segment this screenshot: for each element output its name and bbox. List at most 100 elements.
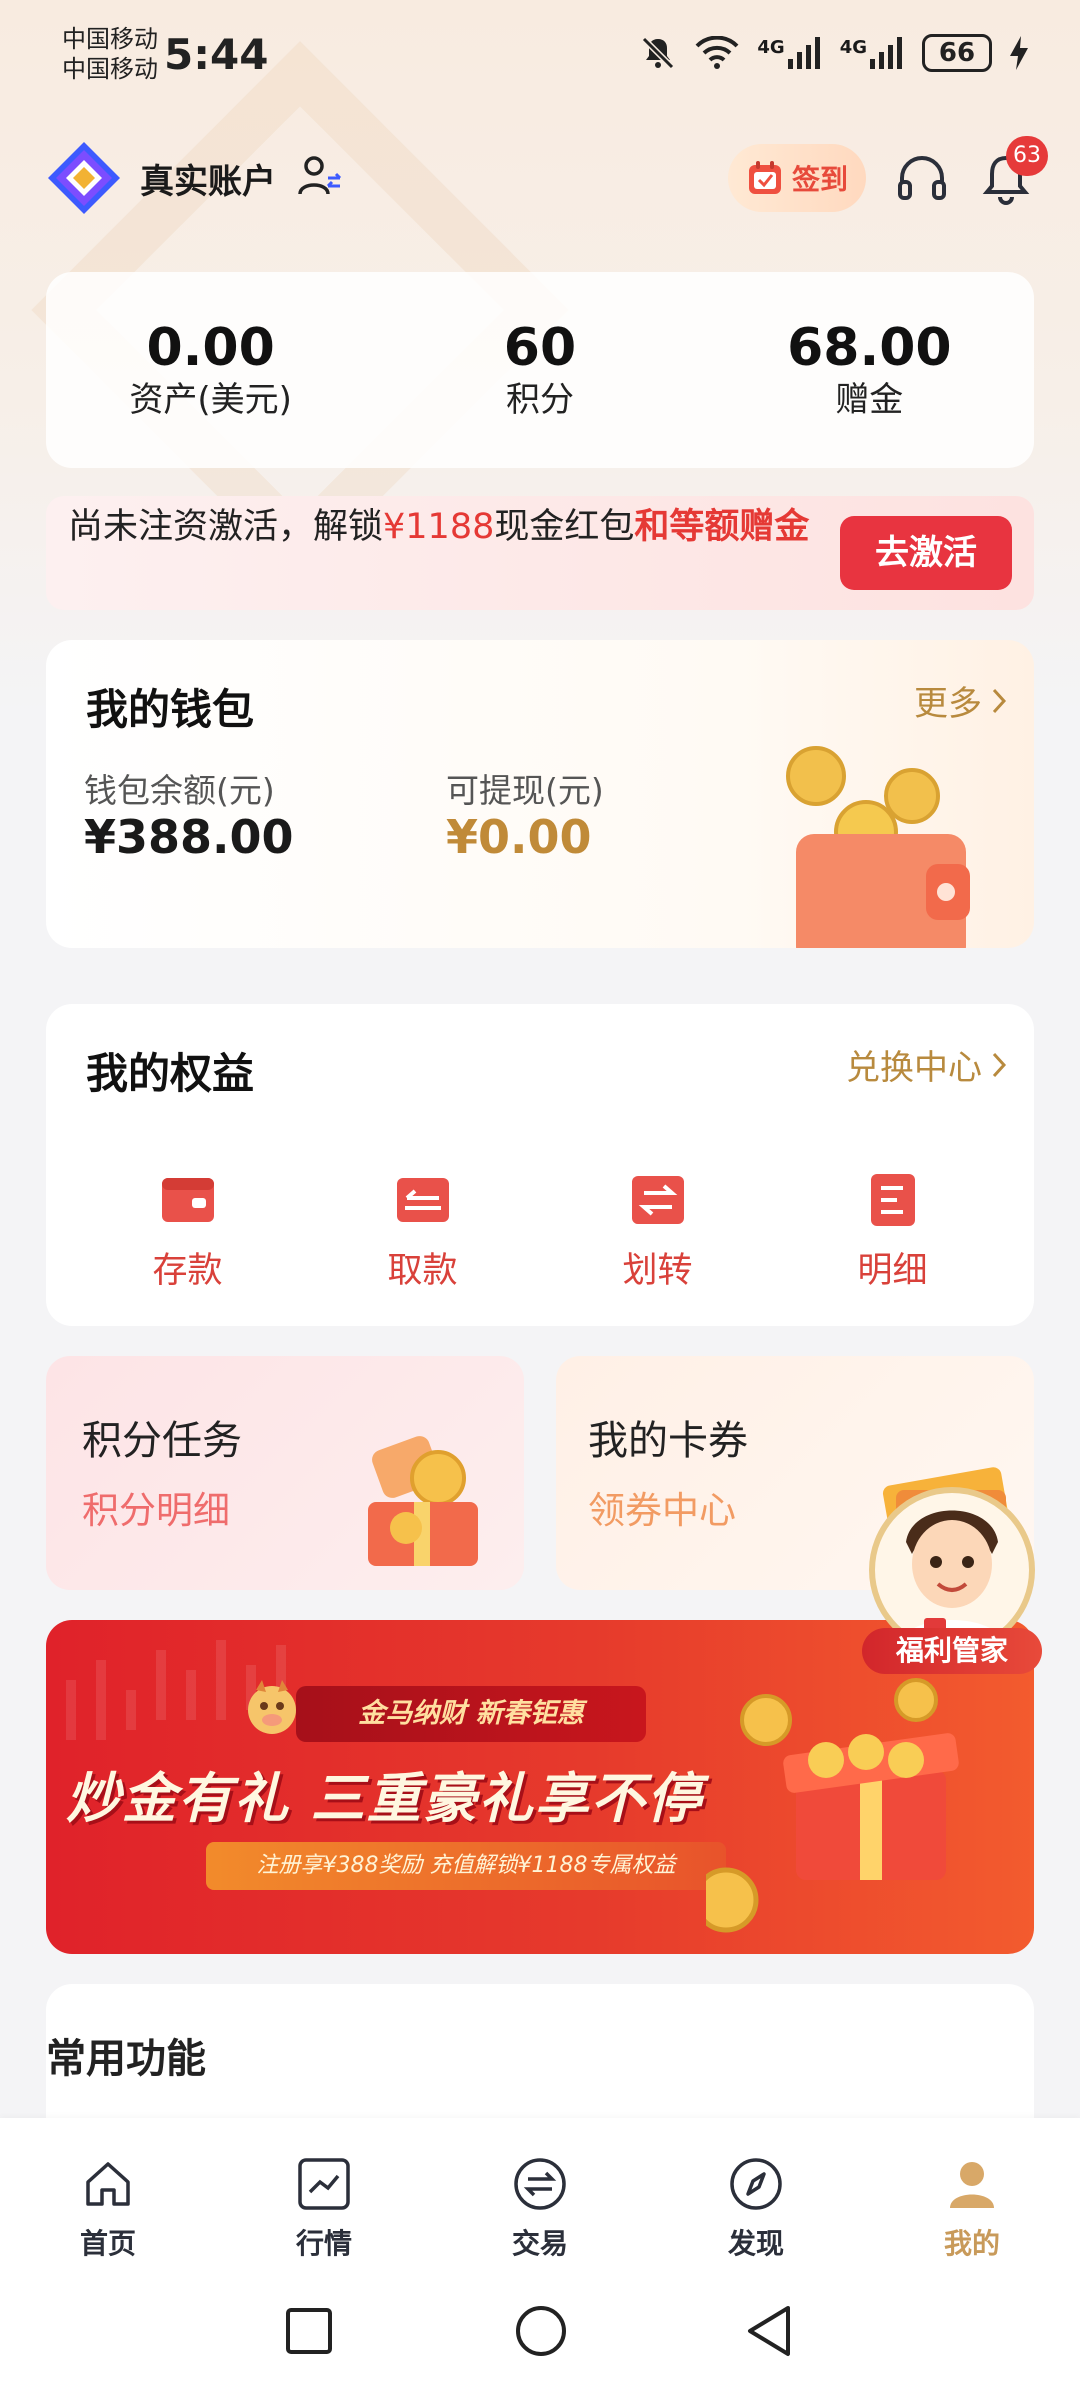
withdraw-icon [396,1178,449,1222]
activation-text-2: 现金红包 [494,507,635,547]
activation-text-3: 和等额赠金 [634,507,810,547]
wallet-card[interactable]: 我的钱包 更多 钱包余额(元) ¥388.00 可提现(元) ¥0.00 [46,640,1034,948]
carrier-labels: 中国移动 中国移动 [62,24,158,84]
treasure-gift-box-icon [706,1678,959,1933]
home-icon [86,2162,130,2206]
exchange-center-label: 兑换中心 [846,1048,982,1088]
system-navigation-bar [0,2278,1080,2388]
recent-apps-icon[interactable] [284,2306,334,2356]
wallet-illustration-icon [786,746,970,948]
details-icon [870,1174,915,1226]
activate-button[interactable]: 去激活 [840,516,1012,590]
customer-service-icon[interactable] [894,150,950,206]
promo-ribbon: 金马纳财 新春钜惠 [296,1686,646,1742]
tab-profile-label: 我的 [943,2227,1000,2260]
asset-bonus[interactable]: 68.00 赠金 [705,318,1034,422]
battery-indicator: 66 [922,34,992,72]
rights-item-transfer[interactable]: 划转 [578,1172,738,1293]
trade-icon [514,2158,566,2210]
chevron-right-icon [992,1052,1007,1077]
home-button-icon[interactable] [514,2304,568,2358]
transfer-label: 划转 [622,1251,693,1291]
tab-home[interactable]: 首页 [33,2156,183,2278]
carrier-2: 中国移动 [62,55,158,83]
activation-amount: ¥1188 [383,507,495,547]
network-type-2: 4G [839,37,867,58]
common-functions-title: 常用功能 [46,2036,206,2082]
mute-icon [642,36,675,70]
mascot-horse-icon [248,1680,296,1734]
network-type-1: 4G [757,37,785,58]
discover-icon [730,2158,782,2210]
assets-summary-card: 0.00 资产(美元) 60 积分 68.00 赠金 [46,272,1034,468]
signal-bars-icon [787,37,820,69]
signal-1: 4G [757,37,821,69]
account-name[interactable]: 真实账户 [140,154,276,203]
rights-item-deposit[interactable]: 存款 [108,1172,268,1293]
status-icons: 4G 4G 66 [639,34,1028,72]
tab-discover-label: 发现 [727,2227,784,2260]
asset-points[interactable]: 60 积分 [375,318,704,422]
switch-account-icon[interactable] [298,154,342,198]
rights-card: 我的权益 兑换中心 存款 取款 划转 明细 [46,1004,1034,1326]
tab-market-label: 行情 [295,2227,352,2260]
my-coupons-title: 我的卡券 [588,1418,748,1464]
rights-item-details[interactable]: 明细 [813,1172,973,1293]
points-label: 积分 [505,380,574,420]
points-task-title: 积分任务 [82,1418,242,1464]
market-icon [298,2158,350,2210]
notification-badge: 63 [1006,136,1048,176]
tab-home-label: 首页 [79,2227,136,2260]
calendar-icon [748,161,781,194]
tab-trade[interactable]: 交易 [465,2156,615,2278]
details-label: 明细 [857,1251,928,1291]
checkin-label: 签到 [791,163,848,196]
signal-bars-icon [870,37,902,69]
deposit-label: 存款 [152,1251,223,1291]
checkin-button[interactable]: 签到 [728,144,866,212]
profile-icon [950,2162,994,2208]
wallet-balance-value: ¥388.00 [84,810,294,864]
bonus-label: 赠金 [835,380,904,420]
charging-icon [1010,36,1028,70]
asset-value: 0.00 [146,318,275,378]
tab-discover[interactable]: 发现 [681,2156,831,2278]
wifi-icon [695,36,739,69]
promo-headline: 炒金有礼 三重豪礼享不停 [66,1767,703,1830]
carrier-1: 中国移动 [62,25,158,53]
asset-balance[interactable]: 0.00 资产(美元) [46,318,375,422]
activation-banner[interactable]: 尚未注资激活，解锁¥1188现金红包和等额赠金 去激活 [46,496,1034,610]
gift-coins-icon [368,1436,478,1566]
tab-market[interactable]: 行情 [249,2156,399,2278]
activation-message: 尚未注资激活，解锁¥1188现金红包和等额赠金 [68,504,878,550]
points-task-card[interactable]: 积分任务 积分明细 [46,1356,524,1590]
signal-2: 4G [840,37,904,69]
chevron-right-icon [992,688,1007,713]
bottom-tab-bar: 首页 行情 交易 发现 我的 [0,2118,1080,2278]
coupon-center-link[interactable]: 领券中心 [588,1480,736,1534]
tab-profile[interactable]: 我的 [897,2156,1047,2278]
promo-subline: 注册享¥388奖励 充值解锁¥1188专属权益 [206,1842,726,1890]
wallet-balance-label: 钱包余额(元) [84,771,275,810]
points-value: 60 [503,318,577,378]
welfare-assistant-label[interactable]: 福利管家 [862,1628,1042,1674]
rights-item-withdraw[interactable]: 取款 [343,1172,503,1293]
wallet-more-label: 更多 [914,684,982,724]
asset-label: 资产(美元) [129,380,292,420]
deposit-icon [161,1178,214,1222]
withdraw-label: 取款 [387,1251,458,1291]
rights-items: 存款 取款 划转 明细 [46,1172,1034,1293]
back-icon[interactable] [744,2304,794,2358]
bonus-value: 68.00 [787,318,952,378]
withdrawable-label: 可提现(元) [446,771,604,810]
wallet-more-link[interactable]: 更多 [914,676,1008,725]
wallet-title: 我的钱包 [86,685,255,734]
rights-title: 我的权益 [86,1049,255,1098]
transfer-icon [631,1176,684,1224]
status-time: 5:44 [164,30,269,79]
withdrawable-value: ¥0.00 [446,810,592,864]
points-detail-link[interactable]: 积分明细 [82,1480,230,1534]
exchange-center-link[interactable]: 兑换中心 [846,1040,1008,1089]
activation-text-1: 尚未注资激活，解锁 [68,507,384,547]
tab-trade-label: 交易 [511,2227,568,2260]
